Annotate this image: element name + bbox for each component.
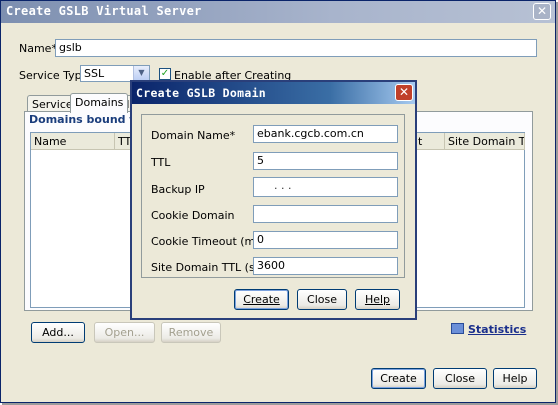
create-button-label: Create [380, 372, 417, 385]
enable-after-creating-checkbox[interactable]: ✓ [159, 68, 171, 80]
cookie-timeout-input[interactable]: 0 [253, 231, 398, 249]
dialog-help-button[interactable]: Help [355, 289, 400, 310]
open-button-label: Open... [104, 326, 145, 339]
name-input[interactable]: gslb [55, 39, 537, 57]
chevron-down-icon[interactable]: ▼ [133, 66, 149, 81]
column-header-site-domain-ttl[interactable]: Site Domain TTL [445, 133, 525, 150]
window-title: Create GSLB Virtual Server [6, 4, 202, 18]
dialog-create-button[interactable]: Create [234, 289, 289, 310]
remove-button[interactable]: Remove [161, 322, 221, 343]
add-button-label: Add... [42, 326, 74, 339]
statistics-label: Statistics [468, 323, 527, 336]
domain-name-label: Domain Name* [151, 129, 236, 142]
dialog-titlebar: Create GSLB Domain ✕ [132, 82, 415, 104]
column-header-partial[interactable]: t [415, 133, 445, 150]
statistics-icon [451, 323, 464, 334]
cookie-domain-label: Cookie Domain [151, 209, 235, 222]
close-button[interactable]: Close [433, 368, 487, 389]
domain-name-input[interactable]: ebank.cgcb.com.cn [253, 125, 398, 143]
name-label: Name* [19, 42, 57, 55]
site-domain-ttl-input[interactable]: 3600 [253, 257, 398, 275]
tab-domains[interactable]: Domains [70, 93, 129, 113]
help-button[interactable]: Help [493, 368, 537, 389]
create-button[interactable]: Create [371, 368, 426, 389]
remove-button-label: Remove [168, 326, 214, 339]
service-type-label: Service Type [19, 69, 89, 82]
dialog-fields-panel: Domain Name* ebank.cgcb.com.cn TTL 5 Bac… [141, 114, 405, 278]
statistics-link[interactable]: Statistics [451, 323, 526, 336]
create-gslb-domain-dialog: Create GSLB Domain ✕ Domain Name* ebank.… [130, 80, 417, 320]
ttl-input[interactable]: 5 [253, 152, 398, 170]
service-type-value: SSL [84, 67, 105, 80]
column-header-name[interactable]: Name [31, 133, 115, 150]
backup-ip-input[interactable]: . . . [253, 177, 398, 197]
ttl-label: TTL [151, 156, 171, 169]
open-button[interactable]: Open... [94, 322, 155, 343]
dialog-create-button-label: Create [243, 293, 280, 306]
add-button[interactable]: Add... [31, 322, 85, 343]
dialog-close-button[interactable]: Close [297, 289, 347, 310]
help-button-label: Help [502, 372, 528, 385]
close-button-label: Close [445, 372, 475, 385]
backup-ip-label: Backup IP [151, 183, 205, 196]
dialog-title: Create GSLB Domain [136, 86, 267, 100]
close-icon[interactable]: ✕ [533, 3, 551, 20]
dialog-close-button-label: Close [307, 293, 337, 306]
dialog-close-icon[interactable]: ✕ [395, 84, 413, 101]
dialog-help-button-label: Help [364, 293, 391, 306]
window-titlebar: Create GSLB Virtual Server ✕ [1, 1, 555, 23]
cookie-domain-input[interactable] [253, 205, 398, 223]
